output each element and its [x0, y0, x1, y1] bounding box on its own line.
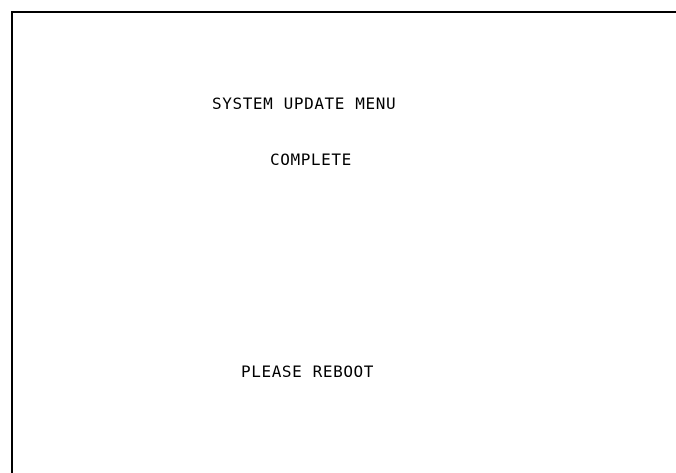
menu-title: SYSTEM UPDATE MENU: [212, 94, 397, 113]
update-status-text: COMPLETE: [270, 150, 352, 169]
update-screen: SYSTEM UPDATE MENU COMPLETE PLEASE REBOO…: [11, 11, 676, 473]
reboot-prompt-text: PLEASE REBOOT: [241, 362, 375, 381]
